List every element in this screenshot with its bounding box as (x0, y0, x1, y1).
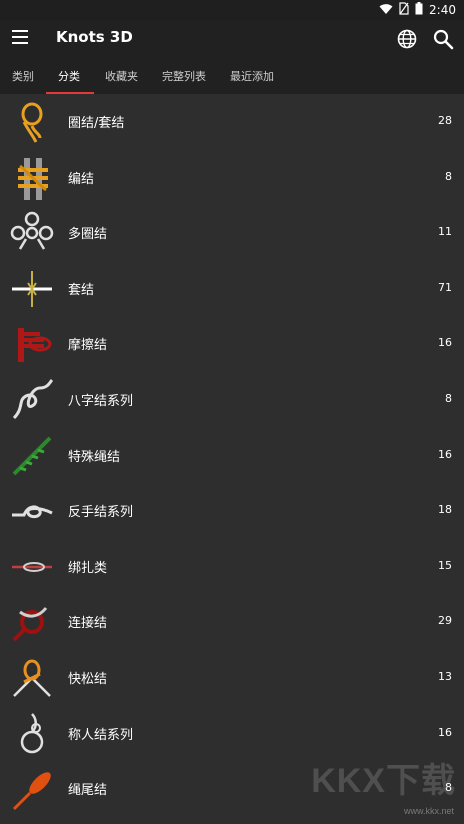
bend-knot-icon (12, 607, 48, 642)
tab-categories[interactable]: 类别 (12, 68, 34, 84)
list-item[interactable]: 编结 8 (0, 150, 464, 206)
category-count: 13 (438, 669, 452, 683)
category-label: 反手结系列 (68, 505, 134, 521)
stopper-knot-icon (12, 772, 51, 811)
category-label: 绳尾结 (68, 783, 108, 799)
battery-icon (415, 2, 423, 18)
list-item[interactable]: 圈结/套结 28 (0, 94, 464, 150)
globe-icon[interactable] (396, 28, 418, 54)
list-item[interactable]: 特殊绳结 16 (0, 428, 464, 484)
category-count: 8 (445, 391, 452, 405)
quick-release-knot-icon (13, 659, 51, 697)
list-item[interactable]: 反手结系列 18 (0, 483, 464, 539)
status-time: 2:40 (429, 3, 456, 17)
category-count: 16 (438, 447, 452, 461)
list-item[interactable]: 绑扎类 15 (0, 539, 464, 595)
watermark-url: www.kkx.net (403, 806, 454, 816)
category-label: 绑扎类 (68, 560, 108, 576)
category-count: 8 (445, 169, 452, 183)
category-count: 71 (438, 280, 452, 294)
braid-knot-icon (18, 157, 48, 200)
category-count: 15 (438, 558, 452, 572)
category-count: 16 (438, 336, 452, 350)
category-count: 11 (438, 225, 452, 239)
category-count: 18 (438, 503, 452, 517)
tab-recently-added[interactable]: 最近添加 (230, 68, 274, 84)
category-label: 套结 (68, 282, 95, 298)
category-label: 圈结/套结 (68, 116, 125, 131)
app-title: Knots 3D (56, 28, 133, 46)
category-count: 16 (438, 725, 452, 739)
multi-loop-knot-icon (10, 211, 54, 250)
list-item[interactable]: 快松结 13 (0, 650, 464, 706)
category-label: 八字结系列 (68, 393, 134, 409)
overhand-knot-icon (12, 505, 53, 519)
list-item[interactable]: 多圈结 11 (0, 205, 464, 261)
tab-bar: 类别 分类 收藏夹 完整列表 最近添加 (0, 58, 464, 94)
list-item[interactable]: 摩擦结 16 (0, 316, 464, 372)
category-list: 圈结/套结 28 编结 8 多圈结 11 套结 71 摩擦结 16 八字结系列 … (0, 94, 464, 817)
tab-classification[interactable]: 分类 (58, 68, 80, 84)
figure-eight-knot-icon (12, 378, 54, 420)
wifi-icon (379, 3, 393, 18)
category-label: 快松结 (68, 671, 108, 687)
list-item[interactable]: 套结 71 (0, 261, 464, 317)
category-count: 29 (438, 614, 452, 628)
category-label: 多圈结 (68, 227, 108, 243)
tab-favorites[interactable]: 收藏夹 (105, 68, 138, 84)
category-label: 摩擦结 (68, 338, 108, 354)
app-bar: Knots 3D (0, 20, 464, 58)
friction-knot-icon (18, 328, 52, 363)
category-count: 28 (438, 114, 452, 127)
category-label: 连接结 (68, 616, 108, 632)
menu-icon[interactable] (12, 30, 32, 48)
bowline-knot-icon (20, 712, 44, 753)
category-label: 编结 (68, 171, 95, 187)
lashing-knot-icon (12, 561, 52, 572)
watermark-logo: KKX下载 (311, 762, 456, 800)
hitch-knot-icon (12, 270, 52, 307)
list-item[interactable]: 八字结系列 8 (0, 372, 464, 428)
special-knot-icon (12, 436, 52, 475)
no-sim-icon (399, 2, 409, 18)
category-label: 称人结系列 (68, 727, 134, 743)
search-icon[interactable] (432, 28, 454, 54)
status-bar: 2:40 (0, 0, 464, 20)
category-label: 特殊绳结 (68, 449, 121, 465)
loop-knot-icon (21, 102, 43, 143)
list-item[interactable]: 连接结 29 (0, 594, 464, 650)
tab-full-list[interactable]: 完整列表 (162, 68, 206, 84)
